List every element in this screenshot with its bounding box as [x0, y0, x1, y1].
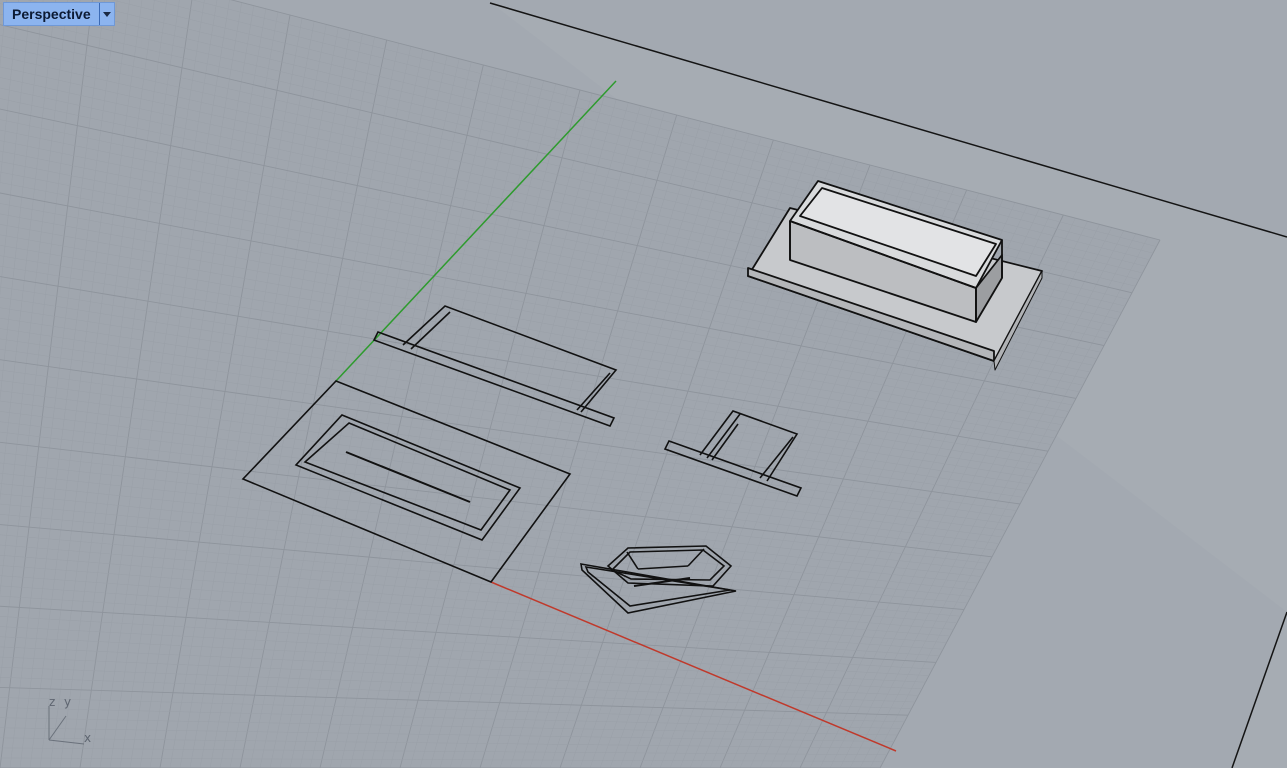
- viewport-title[interactable]: Perspective: [4, 3, 99, 25]
- axis-gizmo: z y x: [40, 692, 100, 752]
- z-axis-label: z: [49, 695, 56, 709]
- viewport-canvas[interactable]: [0, 0, 1287, 768]
- y-axis-label: y: [64, 695, 72, 709]
- viewport-title-tab[interactable]: Perspective: [3, 2, 115, 26]
- x-axis-label: x: [84, 731, 92, 745]
- construction-grid: [0, 0, 1161, 768]
- chevron-down-icon[interactable]: [98, 3, 114, 25]
- perspective-viewport[interactable]: Perspective z y x: [0, 0, 1287, 768]
